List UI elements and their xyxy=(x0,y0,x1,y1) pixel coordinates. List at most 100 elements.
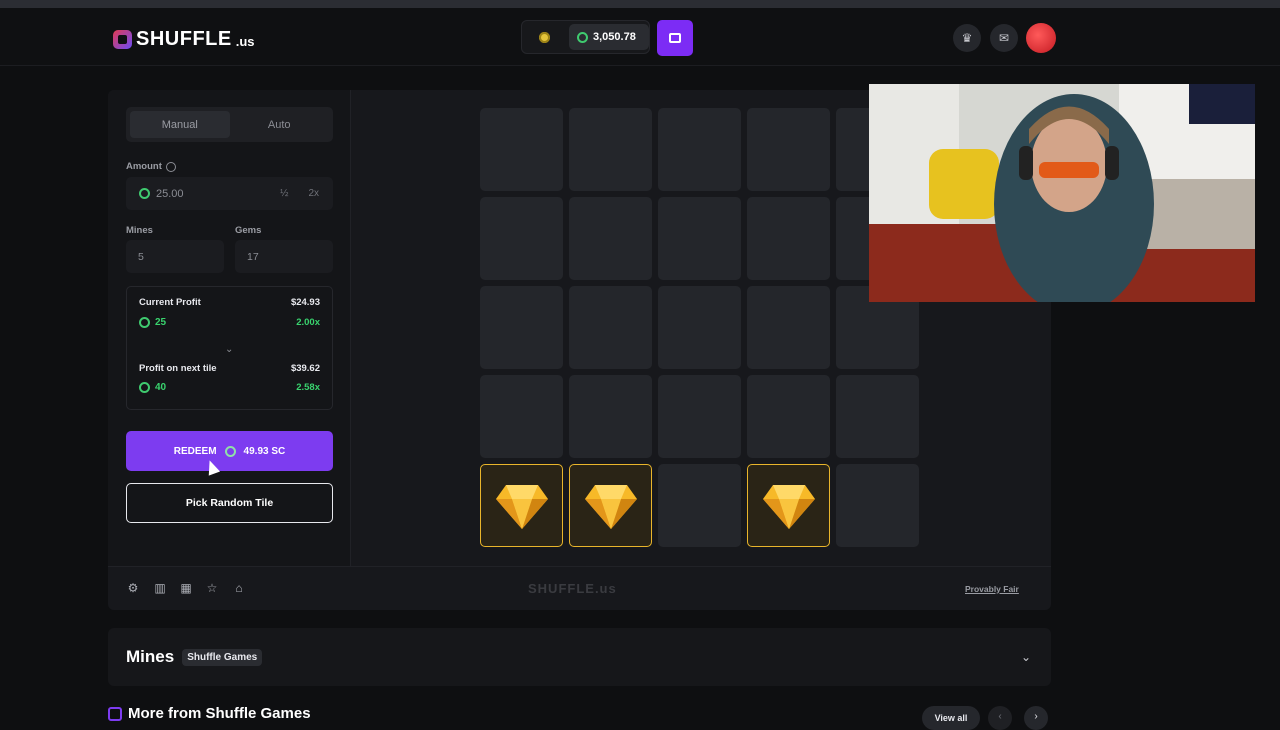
rewards-button[interactable]: ♛ xyxy=(953,24,981,52)
fairness-icon[interactable]: ⌂ xyxy=(232,581,246,595)
sweeps-coin-icon xyxy=(224,445,236,457)
pick-random-tile-button[interactable]: Pick Random Tile xyxy=(126,483,333,523)
current-profit-coins-wrap: 25 xyxy=(139,317,166,328)
theatre-icon[interactable]: ▥ xyxy=(153,581,167,595)
sweeps-coin-icon xyxy=(577,31,588,43)
current-multiplier: 2.00x xyxy=(296,317,320,328)
amount-modifiers: ½ 2x xyxy=(280,188,333,199)
gold-coin-icon[interactable] xyxy=(539,31,550,43)
mines-label: Mines xyxy=(126,225,153,236)
hidden-tile[interactable] xyxy=(569,286,652,369)
balance-selector[interactable]: 3,050.78 xyxy=(521,20,650,54)
next-multiplier: 2.58x xyxy=(296,382,320,393)
gem-icon xyxy=(762,484,815,529)
settings-icon[interactable]: ⚙ xyxy=(126,581,140,595)
carousel-next-button[interactable]: › xyxy=(1024,706,1048,730)
hidden-tile[interactable] xyxy=(480,375,563,458)
amount-label-row: Amount xyxy=(126,161,176,172)
sweeps-coin-icon xyxy=(139,382,150,393)
next-profit-label: Profit on next tile xyxy=(139,363,217,374)
hidden-tile[interactable] xyxy=(480,197,563,280)
logo-text: SHUFFLE xyxy=(136,27,232,50)
balance-pill[interactable]: 3,050.78 xyxy=(569,24,649,50)
revealed-gem-tile xyxy=(747,464,830,547)
site-header: SHUFFLE .us 3,050.78 ♛ ✉ xyxy=(0,8,1280,66)
revealed-gem-tile xyxy=(569,464,652,547)
double-button[interactable]: 2x xyxy=(308,188,319,199)
next-profit-row: Profit on next tile $39.62 xyxy=(139,363,320,374)
amount-label: Amount xyxy=(126,161,162,172)
chevron-down-icon[interactable]: ⌄ xyxy=(225,344,233,355)
game-title: Mines xyxy=(126,647,175,666)
wallet-button[interactable] xyxy=(657,20,693,56)
amount-input[interactable]: 25.00 ½ 2x xyxy=(126,177,333,210)
gem-icon xyxy=(495,484,548,529)
sweeps-coin-icon xyxy=(139,317,150,328)
mines-grid xyxy=(480,108,919,547)
wallet-icon xyxy=(669,33,681,43)
hidden-tile[interactable] xyxy=(658,286,741,369)
hidden-tile[interactable] xyxy=(836,464,919,547)
sweeps-coin-icon xyxy=(139,188,150,199)
next-profit-coins-wrap: 40 xyxy=(139,382,166,393)
current-profit-usd: $24.93 xyxy=(290,297,320,308)
tab-manual[interactable]: Manual xyxy=(130,111,230,138)
mode-tabs: Manual Auto xyxy=(126,107,333,142)
current-profit-row: Current Profit $24.93 xyxy=(139,297,320,308)
hidden-tile[interactable] xyxy=(836,375,919,458)
provider-badge[interactable]: Shuffle Games xyxy=(182,648,263,666)
logo-suffix: .us xyxy=(235,34,255,49)
info-icon[interactable] xyxy=(165,161,176,172)
view-all-button[interactable]: View all xyxy=(922,706,980,730)
next-profit-usd: $39.62 xyxy=(290,363,320,374)
hidden-tile[interactable] xyxy=(658,375,741,458)
provably-fair-link[interactable]: Provably Fair xyxy=(965,584,1019,594)
gems-label: Gems xyxy=(235,225,262,236)
shuffle-watermark: SHUFFLE.us xyxy=(528,581,617,596)
hidden-tile[interactable] xyxy=(569,197,652,280)
next-profit-values: 40 2.58x xyxy=(139,382,320,393)
hidden-tile[interactable] xyxy=(569,375,652,458)
hidden-tile[interactable] xyxy=(747,286,830,369)
mines-select[interactable]: 5 xyxy=(126,240,224,273)
hidden-tile[interactable] xyxy=(658,108,741,191)
gems-field: 17 xyxy=(235,240,333,273)
tab-auto[interactable]: Auto xyxy=(230,111,330,138)
crown-icon: ♛ xyxy=(961,31,973,45)
balance-value: 3,050.78 xyxy=(593,31,636,43)
half-button[interactable]: ½ xyxy=(280,188,288,199)
logo-mark-icon xyxy=(113,29,132,49)
site-logo[interactable]: SHUFFLE .us xyxy=(113,28,255,50)
chevron-down-icon[interactable]: ⌄ xyxy=(1021,650,1031,664)
hidden-tile[interactable] xyxy=(747,108,830,191)
hidden-tile[interactable] xyxy=(569,108,652,191)
more-games-title: More from Shuffle Games xyxy=(128,705,311,722)
redeem-button[interactable]: REDEEM 49.93 SC xyxy=(126,431,333,471)
current-profit-values: 25 2.00x xyxy=(139,317,320,328)
hidden-tile[interactable] xyxy=(658,197,741,280)
current-profit-label: Current Profit xyxy=(139,297,201,308)
browser-strip xyxy=(0,0,1280,8)
hidden-tile[interactable] xyxy=(658,464,741,547)
redeem-amount: 49.93 SC xyxy=(243,445,286,457)
redeem-label: REDEEM xyxy=(173,445,217,457)
revealed-gem-tile xyxy=(480,464,563,547)
hidden-tile[interactable] xyxy=(480,108,563,191)
favorite-star-icon[interactable]: ☆ xyxy=(205,581,219,595)
game-info-bar[interactable]: Mines Shuffle Games ⌄ xyxy=(108,628,1051,686)
gem-icon xyxy=(584,484,637,529)
more-games-heading: More from Shuffle Games xyxy=(108,705,311,722)
user-avatar[interactable] xyxy=(1026,23,1056,53)
stats-icon[interactable]: ▦ xyxy=(179,581,193,595)
amount-value[interactable]: 25.00 xyxy=(156,188,184,200)
games-icon xyxy=(108,706,122,721)
chat-button[interactable]: ✉ xyxy=(990,24,1018,52)
carousel-prev-button[interactable]: ‹ xyxy=(988,706,1012,730)
current-profit-coins: 25 xyxy=(155,317,167,328)
hidden-tile[interactable] xyxy=(747,197,830,280)
hidden-tile[interactable] xyxy=(747,375,830,458)
hidden-tile[interactable] xyxy=(480,286,563,369)
bet-controls: Manual Auto Amount 25.00 ½ 2x Mines Gems… xyxy=(108,90,351,566)
streamer-webcam-overlay xyxy=(869,84,1255,302)
next-profit-coins: 40 xyxy=(155,382,167,393)
